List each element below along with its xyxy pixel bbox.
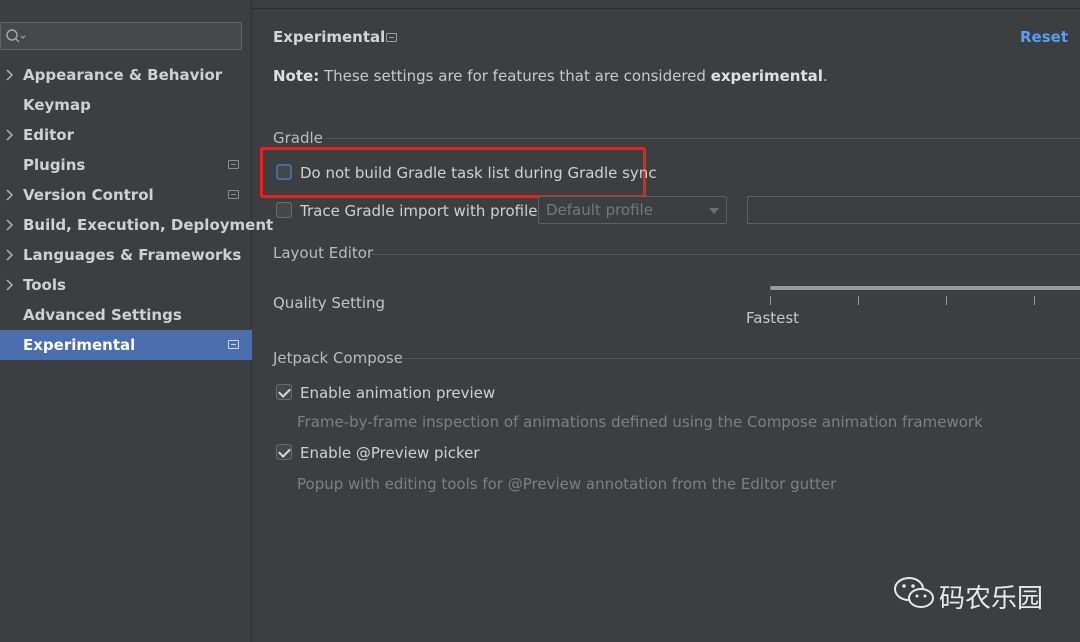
search-input[interactable] — [0, 22, 242, 50]
trace-gradle-import-label[interactable]: Trace Gradle import with profile: — [300, 202, 543, 220]
chevron-down-icon — [709, 208, 719, 214]
profile-path-field[interactable] — [747, 196, 1080, 224]
chevron-right-icon[interactable] — [4, 60, 16, 90]
section-title-gradle: Gradle — [273, 129, 323, 147]
sidebar-item-label: Experimental — [23, 336, 136, 354]
slider-tick — [858, 296, 859, 305]
sidebar-item-tools[interactable]: Tools — [0, 270, 252, 300]
profile-combo[interactable]: Default profile — [538, 196, 727, 224]
chevron-right-icon[interactable] — [4, 240, 16, 270]
experimental-note: Note: These settings are for features th… — [273, 67, 828, 85]
section-title-jetpack-compose: Jetpack Compose — [273, 349, 403, 367]
project-settings-icon — [228, 160, 239, 169]
sidebar-item-label: Editor — [23, 126, 74, 144]
trace-gradle-import-checkbox[interactable] — [276, 202, 292, 218]
note-emphasis: experimental — [710, 67, 823, 85]
sidebar-item-version-control[interactable]: Version Control — [0, 180, 252, 210]
sidebar-item-label: Appearance & Behavior — [23, 66, 223, 84]
sidebar-item-appearance-behavior[interactable]: Appearance & Behavior — [0, 60, 252, 90]
search-icon — [6, 29, 26, 43]
sidebar-item-keymap[interactable]: Keymap — [0, 90, 252, 120]
no-build-task-list-label[interactable]: Do not build Gradle task list during Gra… — [300, 164, 657, 182]
chevron-right-icon[interactable] — [4, 210, 16, 240]
sidebar-item-advanced-settings[interactable]: Advanced Settings — [0, 300, 252, 330]
reset-button[interactable]: Reset — [1020, 28, 1068, 46]
sidebar-item-editor[interactable]: Editor — [0, 120, 252, 150]
sidebar-item-label: Tools — [23, 276, 66, 294]
wechat-icon — [894, 577, 934, 608]
animation-preview-checkbox[interactable] — [276, 384, 292, 400]
no-build-task-list-checkbox[interactable] — [276, 164, 292, 180]
project-settings-icon — [228, 340, 239, 349]
section-divider — [371, 254, 1080, 255]
section-divider — [325, 138, 1080, 139]
sidebar-item-languages-frameworks[interactable]: Languages & Frameworks — [0, 240, 252, 270]
animation-preview-label[interactable]: Enable animation preview — [300, 384, 495, 402]
sidebar-item-label: Version Control — [23, 186, 154, 204]
section-title-layout-editor: Layout Editor — [273, 244, 374, 262]
quality-slider[interactable] — [770, 286, 1080, 290]
watermark: 码农乐园 — [893, 574, 1053, 614]
sidebar-item-label: Advanced Settings — [23, 306, 182, 324]
settings-sidebar: Appearance & Behavior Keymap Editor Plug… — [0, 0, 273, 642]
sidebar-item-label: Keymap — [23, 96, 91, 114]
quality-setting-label: Quality Setting — [273, 294, 386, 312]
chevron-right-icon[interactable] — [4, 120, 16, 150]
project-settings-icon — [228, 190, 239, 199]
page-title: Experimental — [273, 28, 386, 46]
note-prefix: Note: — [273, 67, 320, 85]
slider-tick — [1034, 296, 1035, 305]
slider-value-label: Fastest — [746, 309, 800, 327]
note-body: These settings are for features that are… — [319, 67, 711, 85]
slider-tick — [946, 296, 947, 305]
slider-tick — [770, 296, 771, 305]
chevron-right-icon[interactable] — [4, 270, 16, 300]
settings-content-panel: Experimental Reset Note: These settings … — [253, 10, 1080, 642]
preview-picker-label[interactable]: Enable @Preview picker — [300, 444, 480, 462]
animation-preview-description: Frame-by-frame inspection of animations … — [297, 413, 983, 431]
sidebar-item-experimental[interactable]: Experimental — [0, 330, 252, 360]
preview-picker-description: Popup with editing tools for @Preview an… — [297, 475, 837, 493]
sidebar-item-plugins[interactable]: Plugins — [0, 150, 252, 180]
watermark-text: 码农乐园 — [939, 584, 1044, 614]
note-suffix: . — [822, 67, 828, 85]
profile-combo-value: Default profile — [546, 201, 653, 219]
settings-tree: Appearance & Behavior Keymap Editor Plug… — [0, 60, 273, 360]
chevron-right-icon[interactable] — [4, 180, 16, 210]
sidebar-item-label: Languages & Frameworks — [23, 246, 242, 264]
sidebar-item-label: Plugins — [23, 156, 86, 174]
sidebar-item-label: Build, Execution, Deployment — [23, 216, 274, 234]
project-settings-icon — [386, 33, 397, 42]
section-divider — [401, 358, 1080, 359]
preview-picker-checkbox[interactable] — [276, 444, 292, 460]
sidebar-item-build-execution-deployment[interactable]: Build, Execution, Deployment — [0, 210, 273, 240]
